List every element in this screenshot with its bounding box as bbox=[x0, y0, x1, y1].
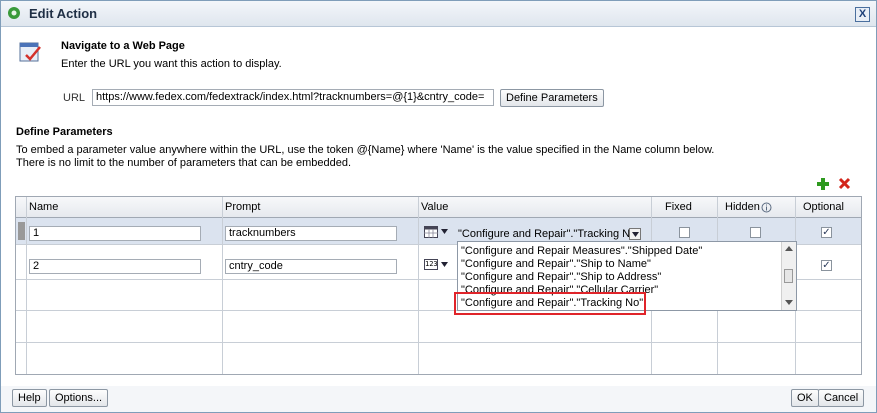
define-parameters-button[interactable]: Define Parameters bbox=[500, 89, 604, 107]
options-button[interactable]: Options... bbox=[49, 389, 109, 407]
define-parameters-heading: Define Parameters bbox=[16, 126, 113, 138]
dropdown-option[interactable]: "Configure and Repair"."Ship to Name" bbox=[461, 258, 651, 270]
scroll-thumb[interactable] bbox=[784, 269, 793, 283]
action-heading: Navigate to a Web Page bbox=[61, 40, 185, 52]
define-parameters-description: To embed a parameter value anywhere with… bbox=[16, 144, 715, 156]
prompt-field-row1[interactable]: tracknumbers bbox=[225, 226, 397, 241]
cancel-button[interactable]: Cancel bbox=[818, 389, 865, 407]
ok-button[interactable]: OK bbox=[791, 389, 819, 407]
dialog-footer bbox=[1, 386, 876, 412]
column-header-name: Name bbox=[29, 201, 59, 213]
title-bar: Edit Action X bbox=[1, 1, 876, 27]
row-divider bbox=[16, 342, 861, 343]
hidden-checkbox-row1[interactable] bbox=[750, 227, 761, 238]
column-header-value: Value bbox=[421, 201, 449, 213]
url-input[interactable]: https://www.fedex.com/fedextrack/index.h… bbox=[92, 89, 494, 106]
value-type-dropdown-arrow-row2[interactable] bbox=[441, 262, 448, 267]
name-field-row1[interactable]: 1 bbox=[29, 226, 201, 241]
column-divider bbox=[418, 197, 419, 374]
delete-parameter-icon[interactable] bbox=[838, 177, 851, 190]
column-header-optional: Optional bbox=[803, 201, 844, 213]
scroll-down-icon[interactable] bbox=[785, 300, 793, 305]
define-parameters-note: There is no limit to the number of param… bbox=[16, 157, 352, 169]
value-select-row1[interactable]: "Configure and Repair"."Tracking No" bbox=[458, 228, 643, 241]
highlight-annotation-box bbox=[454, 292, 646, 315]
dialog-title: Edit Action bbox=[29, 6, 98, 21]
value-type-dropdown-arrow[interactable] bbox=[441, 229, 448, 234]
optional-checkbox-row2[interactable]: ✓ bbox=[821, 260, 832, 271]
action-subtitle: Enter the URL you want this action to di… bbox=[61, 58, 282, 70]
column-header-hidden: Hidden bbox=[725, 201, 760, 213]
column-header-prompt: Prompt bbox=[225, 201, 261, 213]
column-divider bbox=[26, 197, 27, 374]
chevron-down-icon bbox=[632, 232, 639, 237]
name-field-row2[interactable]: 2 bbox=[29, 259, 201, 274]
column-type-icon[interactable] bbox=[424, 226, 438, 238]
dropdown-option[interactable]: "Configure and Repair Measures"."Shipped… bbox=[461, 245, 702, 257]
url-label: URL bbox=[63, 92, 86, 104]
column-divider bbox=[222, 197, 223, 374]
scroll-up-icon[interactable] bbox=[785, 246, 793, 251]
close-button[interactable]: X bbox=[855, 7, 870, 22]
value-dropdown-button[interactable] bbox=[629, 228, 641, 240]
prompt-field-row2[interactable]: cntry_code bbox=[225, 259, 397, 274]
gear-icon bbox=[8, 7, 20, 19]
add-parameter-icon[interactable] bbox=[816, 177, 830, 191]
navigate-web-icon bbox=[19, 42, 41, 62]
table-header: Name Prompt Value Fixed Hidden Optional bbox=[16, 197, 861, 218]
help-button[interactable]: Help bbox=[12, 389, 47, 407]
optional-checkbox-row1[interactable]: ✓ bbox=[821, 227, 832, 238]
fixed-checkbox-row1[interactable] bbox=[679, 227, 690, 238]
column-header-fixed: Fixed bbox=[665, 201, 692, 213]
info-icon[interactable] bbox=[761, 202, 772, 213]
dropdown-scrollbar[interactable] bbox=[781, 242, 796, 310]
dropdown-option[interactable]: "Configure and Repair"."Ship to Address" bbox=[461, 271, 661, 283]
numeric-type-icon[interactable]: 123 bbox=[424, 259, 438, 270]
row-grip-handle[interactable] bbox=[18, 222, 25, 240]
edit-action-dialog: Edit Action X Navigate to a Web Page Ent… bbox=[0, 0, 877, 413]
